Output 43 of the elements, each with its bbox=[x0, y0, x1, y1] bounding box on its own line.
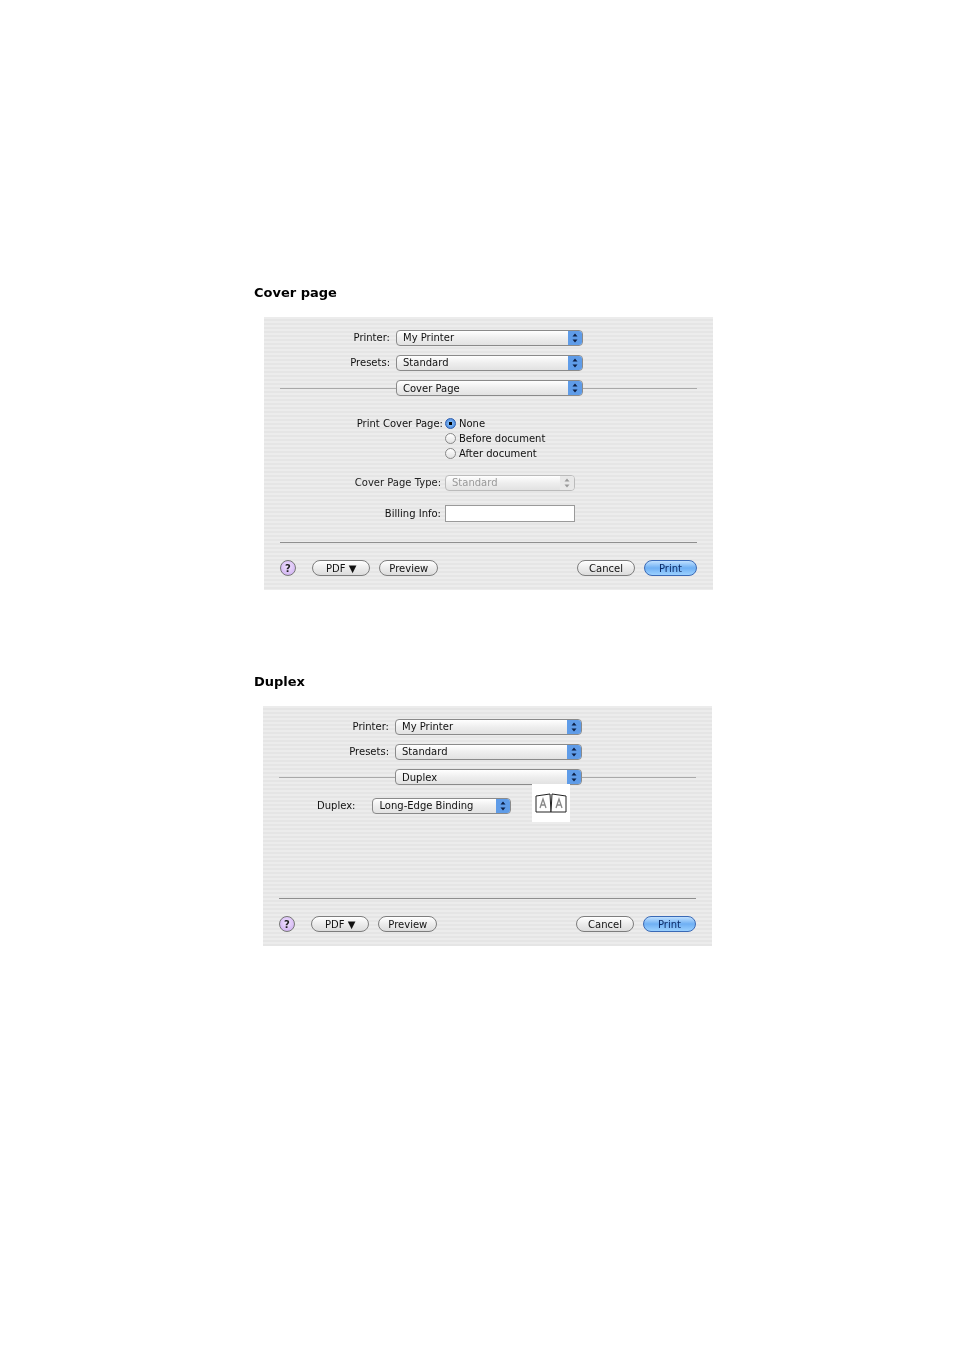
radio-option[interactable]: None bbox=[445, 416, 546, 431]
stepper-icon bbox=[568, 355, 582, 370]
dialog-button[interactable]: Preview bbox=[378, 916, 438, 932]
printer-popup[interactable]: My Printer bbox=[395, 718, 582, 735]
field-label: Cover Page Type: bbox=[353, 477, 442, 488]
dialog-button[interactable]: Print bbox=[643, 916, 696, 932]
dialog-button[interactable]: Print bbox=[644, 560, 697, 576]
stepper-icon bbox=[567, 719, 581, 734]
section-heading: Duplex bbox=[254, 673, 305, 691]
field-label: Print Cover Page: bbox=[355, 417, 444, 431]
stepper-icon bbox=[568, 381, 582, 395]
field-label: Presets: bbox=[349, 357, 391, 368]
stepper-icon bbox=[568, 330, 582, 345]
help-button[interactable]: ? bbox=[280, 560, 296, 576]
dialog-button[interactable]: Cancel bbox=[577, 560, 635, 576]
billing-info-field[interactable] bbox=[445, 505, 575, 522]
dialog-button[interactable]: PDF ▼ bbox=[312, 560, 371, 576]
stepper-icon bbox=[567, 770, 581, 784]
radio-button[interactable] bbox=[445, 418, 456, 429]
field-label: Duplex: bbox=[317, 800, 356, 811]
radio-button[interactable] bbox=[445, 433, 456, 444]
stepper-icon bbox=[567, 744, 581, 759]
section-heading: Cover page bbox=[254, 284, 337, 302]
radio-option[interactable]: Before document bbox=[445, 431, 546, 446]
dialog-button[interactable]: PDF ▼ bbox=[311, 916, 370, 932]
panel-popup[interactable]: Cover Page bbox=[396, 380, 583, 396]
printer-popup[interactable]: My Printer bbox=[396, 329, 583, 346]
field-label: Printer: bbox=[351, 721, 390, 732]
help-button[interactable]: ? bbox=[279, 916, 295, 932]
dialog-button[interactable]: Preview bbox=[379, 560, 439, 576]
radio-button[interactable] bbox=[445, 448, 456, 459]
binding-popup[interactable]: Long-Edge Binding bbox=[372, 797, 512, 814]
presets-popup[interactable]: Standard bbox=[396, 354, 583, 371]
field-label: Printer: bbox=[352, 332, 391, 343]
stepper-icon bbox=[560, 475, 574, 490]
field-label: Presets: bbox=[348, 746, 390, 757]
panel-popup[interactable]: Duplex bbox=[395, 769, 582, 785]
radio-option[interactable]: After document bbox=[445, 446, 546, 461]
presets-popup[interactable]: Standard bbox=[395, 743, 582, 760]
stepper-icon bbox=[496, 798, 511, 813]
open-book-icon bbox=[535, 791, 568, 814]
dialog-button[interactable]: Cancel bbox=[576, 916, 634, 932]
field-label: Billing Info: bbox=[383, 508, 442, 519]
